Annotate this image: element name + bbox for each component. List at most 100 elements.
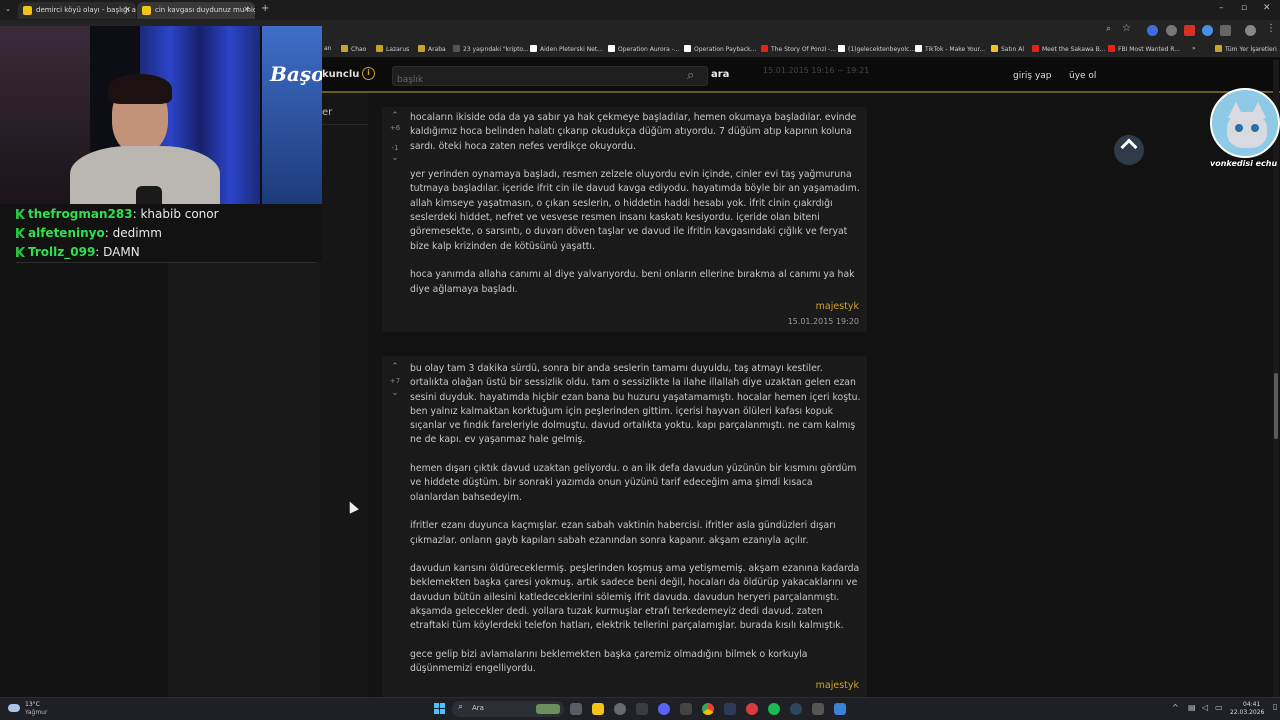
- app-icon-6[interactable]: [834, 703, 846, 715]
- app-icon-3[interactable]: [724, 703, 736, 715]
- weather-widget[interactable]: 13°C Yağmur: [8, 700, 68, 718]
- bookmark-item[interactable]: FBI Most Wanted R...: [1108, 45, 1180, 53]
- search-icon[interactable]: ⌕: [687, 68, 694, 83]
- tab-title: demirci köyü olayı - başlığı açan...: [36, 6, 136, 14]
- downvote-icon[interactable]: ⌄: [388, 388, 402, 398]
- wikipedia-icon: [608, 45, 615, 52]
- start-button[interactable]: [434, 703, 446, 715]
- bookmark-item[interactable]: Operation Aurora -...: [608, 45, 680, 53]
- clock-date[interactable]: 22.03.2026: [1230, 709, 1264, 716]
- page-scrollbar[interactable]: [1273, 60, 1279, 697]
- more-bookmarks-icon[interactable]: »: [1192, 45, 1196, 52]
- downvote-count: -1: [391, 144, 399, 152]
- kick-badge-icon: [16, 209, 25, 219]
- divider: [322, 124, 368, 125]
- app-icon-2[interactable]: [680, 703, 692, 715]
- tab-demirci[interactable]: demirci köyü olayı - başlığı açan... ✕: [18, 2, 136, 19]
- login-link[interactable]: giriş yap: [1013, 71, 1052, 81]
- task-view-icon[interactable]: [570, 703, 582, 715]
- bookmark-item[interactable]: Meet the Sakawa B...: [1032, 45, 1105, 53]
- app-icon-4[interactable]: [746, 703, 758, 715]
- tab-list-icon[interactable]: ⌄: [5, 5, 11, 13]
- battery-icon[interactable]: ▭: [1215, 703, 1223, 712]
- app-icon-settings[interactable]: [614, 703, 626, 715]
- menu-dots-icon[interactable]: ⋮: [1266, 23, 1276, 34]
- network-icon[interactable]: ▤: [1188, 703, 1196, 712]
- entry-text: bu olay tam 3 dakika sürdü, sonra bir an…: [410, 362, 862, 691]
- site-icon: [991, 45, 998, 52]
- kick-badge-icon: [16, 247, 25, 257]
- bookmark-item[interactable]: Aiden Pleterski Net...: [530, 45, 603, 53]
- search-input[interactable]: [393, 71, 673, 89]
- site-icon: [453, 45, 460, 52]
- cat-eye-left: [1235, 124, 1243, 132]
- bookmark-item[interactable]: an: [324, 45, 331, 52]
- tab-cin-kavgasi[interactable]: cin kavgası duydunuz mu hiç - ... ✕: [137, 2, 255, 19]
- chat-message: thefrogman283: khabib conor: [16, 207, 219, 221]
- extension-icon-4[interactable]: [1202, 25, 1213, 36]
- bookmark-item[interactable]: Operation Payback...: [684, 45, 756, 53]
- volume-icon[interactable]: ◁: [1202, 703, 1208, 712]
- show-desktop-icon[interactable]: ▯: [1273, 702, 1277, 711]
- maximize-icon[interactable]: ▫: [1241, 3, 1247, 13]
- webcam-window: [262, 26, 322, 204]
- info-icon[interactable]: i: [362, 67, 375, 80]
- bookmark-folder[interactable]: Lazarus: [376, 45, 409, 53]
- sidebar-link-fragment[interactable]: er: [322, 107, 332, 118]
- bookmark-item[interactable]: The Story Of Ponzi -...: [761, 45, 836, 53]
- app-icon-5[interactable]: [812, 703, 824, 715]
- bookmark-item[interactable]: 23 yaşındaki "kripto...: [453, 45, 529, 53]
- site-header: kunclu i ⌕ ara 15.01.2015 19:16 ~ 19:21 …: [322, 58, 1280, 93]
- extension-icon-1[interactable]: [1147, 25, 1158, 36]
- bookmark-folder[interactable]: Chao: [341, 45, 366, 53]
- chat-text: khabib conor: [140, 207, 219, 221]
- close-tab-icon[interactable]: ✕: [243, 5, 250, 14]
- app-icon-1[interactable]: [636, 703, 648, 715]
- new-tab-icon[interactable]: +: [261, 3, 269, 14]
- entry-author[interactable]: majestyk: [816, 680, 859, 691]
- register-link[interactable]: üye ol: [1069, 71, 1096, 81]
- chat-text: dedimm: [112, 226, 162, 240]
- tab-title: cin kavgası duydunuz mu hiç - ...: [155, 6, 255, 14]
- downvote-icon[interactable]: ⌄: [388, 153, 402, 163]
- entry-date[interactable]: 15.01.2015 19:20: [788, 317, 859, 326]
- search-button[interactable]: ara: [711, 69, 729, 80]
- extensions-puzzle-icon[interactable]: [1220, 25, 1231, 36]
- steam-icon[interactable]: [790, 703, 802, 715]
- cat-eye-right: [1251, 124, 1259, 132]
- all-bookmarks-folder[interactable]: Tüm Yer İşaretleri: [1215, 45, 1277, 53]
- weather-temp: 13°C: [25, 701, 40, 708]
- extension-icon-3[interactable]: [1184, 25, 1195, 36]
- bookmark-item[interactable]: (1)gelecektenbeyolc...: [838, 45, 915, 53]
- minimize-icon[interactable]: –: [1219, 3, 1224, 13]
- entry-author[interactable]: majestyk: [816, 301, 859, 312]
- bookmark-star-icon[interactable]: ☆: [1122, 23, 1131, 34]
- chrome-icon[interactable]: [702, 703, 714, 715]
- bookmark-folder[interactable]: Araba: [418, 45, 446, 53]
- cat-sticker: [1210, 88, 1280, 158]
- scrollbar-thumb[interactable]: [1274, 373, 1278, 439]
- close-window-icon[interactable]: ✕: [1263, 3, 1271, 13]
- bookmark-item[interactable]: Satın Al: [991, 45, 1024, 53]
- upvote-icon[interactable]: ⌃: [388, 362, 402, 372]
- extension-icon-2[interactable]: [1166, 25, 1177, 36]
- discord-icon[interactable]: [658, 703, 670, 715]
- profile-icon[interactable]: [1245, 25, 1256, 36]
- nav-link-fragment[interactable]: kunclu: [322, 69, 359, 80]
- taskbar-search-box[interactable]: ⌕ Ara: [452, 701, 564, 717]
- upvote-icon[interactable]: ⌃: [388, 111, 402, 121]
- bookmark-item[interactable]: TikTok - Make Your...: [915, 45, 985, 53]
- streamer-hair: [108, 74, 172, 104]
- scroll-to-top-button[interactable]: [1114, 135, 1144, 165]
- zoom-icon[interactable]: ⌕: [1106, 24, 1111, 34]
- clock-time[interactable]: 04:41: [1243, 701, 1260, 708]
- tray-chevron-icon[interactable]: ^: [1172, 703, 1179, 712]
- close-tab-icon[interactable]: ✕: [124, 5, 131, 14]
- browser-tab-bar: ⌄ demirci köyü olayı - başlığı açan... ✕…: [0, 0, 1280, 20]
- file-explorer-icon[interactable]: [592, 703, 604, 715]
- chat-message: Trollz_099: DAMN: [16, 245, 140, 259]
- search-box: ⌕: [392, 66, 708, 89]
- spotify-icon[interactable]: [768, 703, 780, 715]
- microphone: [136, 186, 162, 204]
- streamer-webcam: Başo: [0, 26, 322, 204]
